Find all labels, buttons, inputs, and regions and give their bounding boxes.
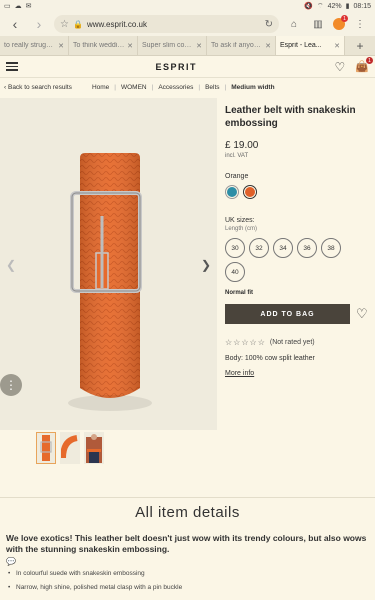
lock-icon: 🔒 bbox=[72, 19, 83, 29]
thumbnail-3[interactable] bbox=[84, 432, 104, 464]
size-40[interactable]: 40 bbox=[225, 262, 245, 282]
material: Body: 100% cow split leather bbox=[225, 355, 315, 362]
reading-icon[interactable]: ▥ bbox=[309, 15, 327, 33]
sizes-label: UK sizes: bbox=[225, 217, 255, 224]
bag-count: 1 bbox=[365, 57, 373, 64]
thumb-belt-icon bbox=[40, 435, 52, 461]
battery-icon: ▮ bbox=[345, 3, 350, 10]
more-info-link[interactable]: More info bbox=[225, 370, 373, 377]
bag-icon[interactable]: 👜 1 bbox=[355, 57, 373, 73]
close-icon[interactable]: ✕ bbox=[58, 42, 64, 50]
breadcrumb-belts[interactable]: Belts bbox=[205, 84, 219, 91]
tab-label: To think wedding... bbox=[73, 42, 126, 49]
prev-image-arrow-icon[interactable]: ❮ bbox=[6, 258, 16, 272]
list-item: In colourful suede with snakeskin emboss… bbox=[6, 570, 369, 577]
tablet-icon: ▭ bbox=[4, 3, 11, 10]
reload-icon[interactable]: ↻ bbox=[265, 19, 273, 30]
size-32[interactable]: 32 bbox=[249, 238, 269, 258]
tab-active[interactable]: Esprit - Lea... ✕ bbox=[276, 36, 345, 55]
size-30[interactable]: 30 bbox=[225, 238, 245, 258]
next-image-arrow-icon[interactable]: ❯ bbox=[201, 258, 211, 272]
speech-bubble-icon: 💬 bbox=[6, 557, 16, 566]
price: £ 19.00 bbox=[225, 140, 259, 151]
breadcrumb: ‹ Back to search results Home | WOMEN | Ac… bbox=[4, 83, 275, 91]
status-bar: ▭ ☁ ✉ 🔇 ⌔ 42% ▮ 08:15 bbox=[0, 0, 375, 12]
thumb-rolled-belt-icon bbox=[61, 435, 78, 459]
back-button[interactable]: ‹ bbox=[6, 15, 24, 33]
stars-icon: ☆☆☆☆☆ bbox=[225, 338, 266, 347]
color-swatches bbox=[225, 185, 373, 199]
length-label: Length (cm) bbox=[225, 226, 258, 232]
swatch-teal[interactable] bbox=[225, 185, 239, 199]
thumb-model-icon bbox=[86, 434, 102, 463]
wishlist-heart-icon[interactable]: ♡ bbox=[356, 306, 368, 322]
thumbnail-2[interactable] bbox=[60, 432, 80, 464]
tab-strip: to really struggle...✕ To think wedding.… bbox=[0, 36, 375, 56]
tab[interactable]: to really struggle... ✕ bbox=[0, 36, 69, 55]
details-section: All item details We love exotics! This l… bbox=[0, 504, 375, 598]
add-to-bag-button[interactable]: ADD TO BAG bbox=[225, 304, 350, 324]
size-38[interactable]: 38 bbox=[321, 238, 341, 258]
clock: 08:15 bbox=[353, 2, 371, 10]
details-intro: We love exotics! This leather belt doesn… bbox=[6, 533, 367, 554]
site-header: ESPRIT ♡ 👜 1 bbox=[0, 56, 375, 78]
product-info: Leather belt with snakeskin embossing £ … bbox=[225, 104, 373, 377]
tab-label: Super slim cons... bbox=[142, 42, 195, 49]
rating[interactable]: ☆☆☆☆☆ (Not rated yet) bbox=[225, 338, 373, 347]
size-options: 30 32 34 36 38 40 bbox=[225, 238, 350, 282]
section-divider bbox=[0, 497, 375, 498]
address-bar[interactable]: ☆ 🔒 www.esprit.co.uk ↻ bbox=[54, 15, 279, 33]
bookmark-star-icon[interactable]: ☆ bbox=[60, 19, 69, 30]
belt-image bbox=[68, 153, 152, 411]
battery-level: 42% bbox=[327, 2, 342, 10]
close-icon[interactable]: ✕ bbox=[265, 42, 271, 50]
cloud-icon: ☁ bbox=[14, 3, 22, 10]
tab-label: To ask if anyone'... bbox=[211, 42, 264, 49]
browser-toolbar: ‹ › ☆ 🔒 www.esprit.co.uk ↻ ⌂ ▥ 1 ⋮ bbox=[0, 12, 375, 36]
menu-icon[interactable]: ⋮ bbox=[351, 15, 369, 33]
details-title: All item details bbox=[135, 504, 240, 521]
extension-icon[interactable]: 1 bbox=[333, 15, 348, 30]
more-options-button[interactable]: ⋮ bbox=[0, 374, 22, 396]
tab[interactable]: To think wedding...✕ bbox=[69, 36, 138, 55]
message-icon: ✉ bbox=[25, 3, 32, 10]
url-text[interactable]: www.esprit.co.uk bbox=[87, 20, 261, 29]
tab-label: to really struggle... bbox=[4, 42, 57, 49]
tab[interactable]: To ask if anyone'... ✕ bbox=[207, 36, 276, 55]
product-section: ❮ ❯ ⋮ Leather belt with snakeskin emboss… bbox=[0, 98, 375, 430]
wifi-icon: ⌔ bbox=[317, 2, 324, 10]
vat-note: incl. VAT bbox=[225, 153, 249, 159]
breadcrumb-women[interactable]: WOMEN bbox=[121, 84, 147, 91]
home-icon[interactable]: ⌂ bbox=[285, 15, 303, 33]
breadcrumb-accessories[interactable]: Accessories bbox=[158, 84, 193, 91]
product-gallery[interactable]: ❮ ❯ ⋮ bbox=[0, 98, 217, 430]
list-item: Narrow, high shine, polished metal clasp… bbox=[6, 584, 369, 591]
color-label: Orange bbox=[225, 173, 249, 180]
wishlist-heart-icon[interactable]: ♡ bbox=[335, 60, 346, 74]
details-bullets: In colourful suede with snakeskin emboss… bbox=[6, 570, 369, 591]
close-icon[interactable]: ✕ bbox=[127, 42, 133, 50]
size-36[interactable]: 36 bbox=[297, 238, 317, 258]
tab[interactable]: Super slim cons... ✕ bbox=[138, 36, 207, 55]
logo[interactable]: ESPRIT bbox=[156, 62, 198, 72]
product-title: Leather belt with snakeskin embossing bbox=[225, 105, 356, 129]
extension-badge: 1 bbox=[341, 15, 348, 22]
breadcrumb-home[interactable]: Home bbox=[92, 84, 109, 91]
swatch-orange[interactable] bbox=[243, 185, 257, 199]
new-tab-button[interactable]: + bbox=[345, 36, 375, 55]
fit-label: Normal fit bbox=[225, 290, 254, 296]
mute-icon: 🔇 bbox=[304, 3, 313, 10]
thumbnail-1[interactable] bbox=[36, 432, 56, 464]
back-to-results-link[interactable]: ‹ Back to search results bbox=[4, 84, 72, 91]
breadcrumb-current: Medium width bbox=[231, 83, 275, 91]
size-34[interactable]: 34 bbox=[273, 238, 293, 258]
rating-text: (Not rated yet) bbox=[269, 339, 315, 346]
close-icon[interactable]: ✕ bbox=[196, 42, 202, 50]
close-icon[interactable]: ✕ bbox=[334, 42, 340, 50]
tab-label: Esprit - Lea... bbox=[280, 42, 322, 49]
forward-button[interactable]: › bbox=[30, 15, 48, 33]
thumbnails bbox=[36, 432, 104, 464]
hamburger-menu-icon[interactable] bbox=[6, 62, 18, 71]
